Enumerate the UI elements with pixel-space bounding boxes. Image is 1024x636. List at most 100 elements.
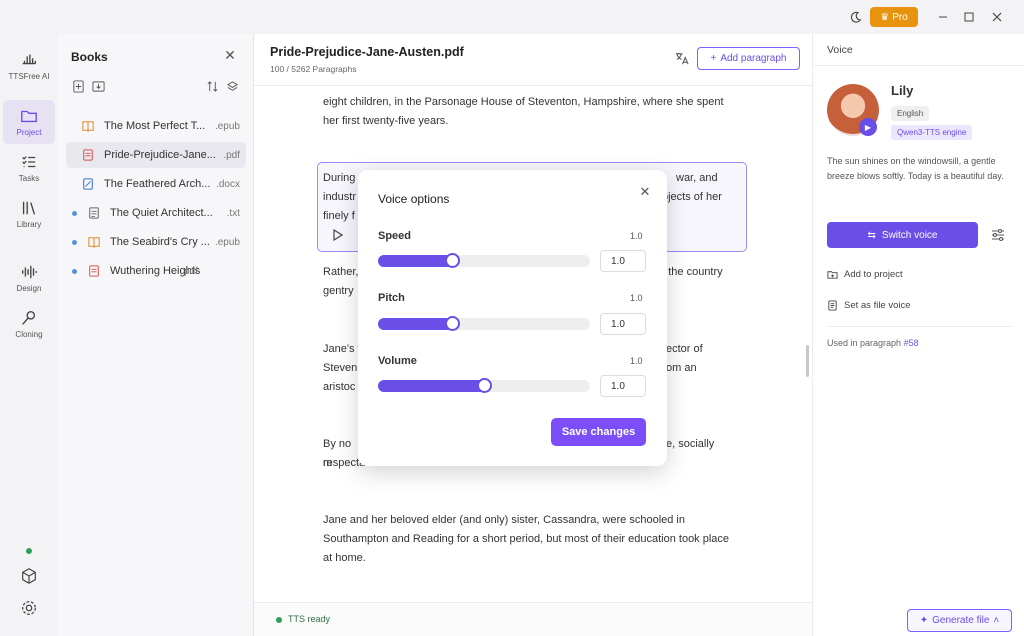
tasks-icon (22, 156, 36, 168)
status-dot (276, 617, 282, 623)
dialog-title: Voice options (378, 192, 450, 206)
switch-voice-button[interactable]: ⇆ Switch voice (827, 222, 978, 248)
generate-file-label: Generate file (932, 615, 990, 626)
book-item[interactable]: Wuthering Heights .pdf (66, 258, 246, 284)
paragraph-fragment: aristoc (323, 381, 356, 393)
cloning-icon (22, 311, 36, 325)
books-toolbar (70, 80, 242, 96)
brand-label: TTSFree AI (8, 72, 50, 81)
speed-slider-thumb[interactable] (445, 253, 461, 268)
paragraph-link[interactable]: #58 (904, 338, 919, 348)
layers-icon[interactable] (226, 80, 240, 94)
app-logo: TTSFree AI (3, 44, 55, 88)
epub-book-icon (82, 121, 94, 132)
add-paragraph-label: Add paragraph (720, 53, 787, 64)
book-item[interactable]: The Seabird's Cry ... .epub (66, 229, 246, 255)
voice-panel: Voice ▶ Lily English Qwen3-TTS engine Th… (812, 34, 1024, 636)
sort-icon[interactable] (206, 80, 220, 94)
book-name: Pride-Prejudice-Jane... (104, 149, 216, 161)
paragraph[interactable]: eight children, in the Parsonage House o… (323, 93, 733, 131)
book-name: The Seabird's Cry ... (110, 236, 210, 248)
voice-settings-icon[interactable] (991, 228, 1005, 242)
pitch-slider-thumb[interactable] (445, 316, 461, 331)
minimize-button[interactable] (934, 7, 952, 27)
rail-item-cloning[interactable]: Cloning (3, 302, 55, 346)
books-panel: Books ✕ The Most Perfect T... .epub Prid… (58, 34, 254, 636)
rail-item-project[interactable]: Project (3, 100, 55, 144)
rail-label: Tasks (18, 174, 40, 183)
close-dialog-icon[interactable]: ✕ (638, 184, 652, 199)
set-file-voice-label: Set as file voice (844, 300, 911, 311)
book-item[interactable]: The Quiet Architect... .txt (66, 200, 246, 226)
book-item-selected[interactable]: Pride-Prejudice-Jane... .pdf (66, 142, 246, 168)
rail-item-tasks[interactable]: Tasks (3, 146, 55, 190)
translate-icon[interactable] (674, 51, 690, 67)
speed-slider[interactable] (378, 253, 590, 268)
paragraph-fragment: Steven (323, 362, 358, 374)
book-item[interactable]: The Feathered Arch... .docx (66, 171, 246, 197)
docx-file-icon (83, 178, 93, 190)
rail-label: Library (16, 220, 42, 229)
waveform-logo-icon (22, 54, 36, 65)
book-name: The Feathered Arch... (104, 178, 211, 190)
volume-input[interactable]: 1.0 (600, 375, 646, 397)
epub-book-icon (88, 237, 100, 248)
paragraph-fragment: During (323, 172, 356, 184)
status-bar: TTS ready (254, 602, 812, 636)
paragraph-fragment: bjects of her (662, 191, 722, 203)
add-to-project-link[interactable]: Add to project (827, 269, 903, 280)
rail-item-design[interactable]: Design (3, 256, 55, 300)
volume-slider[interactable] (378, 378, 590, 393)
crown-icon: ♛ (880, 11, 890, 23)
generate-file-button[interactable]: ✦ Generate file ˄ (907, 609, 1012, 632)
used-in-paragraph: Used in paragraph #58 (827, 338, 919, 348)
scrollbar-thumb[interactable] (806, 345, 809, 377)
books-title: Books (71, 50, 108, 64)
voice-sample-text: The sun shines on the windowsill, a gent… (827, 156, 1004, 181)
close-books-icon[interactable]: ✕ (222, 47, 238, 63)
import-icon[interactable] (92, 80, 106, 94)
voice-header-label: Voice (827, 44, 853, 56)
save-changes-button[interactable]: Save changes (551, 418, 646, 446)
set-file-voice-link[interactable]: Set as file voice (827, 300, 911, 311)
pdf-file-icon (89, 265, 99, 277)
speed-input[interactable]: 1.0 (600, 250, 646, 272)
pdf-file-icon (83, 149, 93, 161)
cube-icon[interactable] (20, 567, 38, 585)
volume-label: Volume (378, 355, 417, 367)
library-icon (22, 201, 36, 215)
volume-slider-thumb[interactable] (477, 378, 492, 393)
speed-max: 1.0 (630, 231, 643, 241)
folder-plus-icon (827, 271, 838, 279)
add-file-icon[interactable] (72, 80, 86, 94)
unread-dot (72, 239, 77, 245)
pitch-label: Pitch (378, 292, 405, 304)
editor-header: Pride-Prejudice-Jane-Austen.pdf 100 / 52… (254, 34, 812, 86)
volume-slider-fill (378, 380, 488, 392)
preview-play-icon[interactable]: ▶ (859, 118, 877, 136)
book-ext: .epub (214, 120, 240, 132)
maximize-button[interactable] (960, 7, 978, 27)
paragraph-count: 100 / 5262 Paragraphs (270, 64, 357, 74)
dark-mode-icon[interactable] (846, 7, 864, 27)
paragraph[interactable]: Jane and her beloved elder (and only) si… (323, 511, 733, 568)
sparkle-icon: ✦ (919, 615, 929, 626)
close-window-button[interactable] (988, 7, 1006, 27)
txt-file-icon (89, 207, 99, 219)
volume-max: 1.0 (630, 356, 643, 366)
play-icon[interactable] (332, 228, 344, 242)
voice-name: Lily (891, 83, 914, 98)
settings-gear-icon[interactable] (20, 599, 38, 617)
paragraph-fragment: war, and (676, 172, 718, 184)
pro-label: Pro (892, 11, 908, 23)
book-ext: .pdf (181, 265, 198, 277)
unread-dot (72, 268, 77, 274)
pro-button[interactable]: ♛ Pro (870, 7, 918, 27)
speed-label: Speed (378, 230, 412, 242)
add-paragraph-button[interactable]: + Add paragraph (697, 47, 800, 70)
book-item[interactable]: The Most Perfect T... .epub (66, 113, 246, 139)
rail-item-library[interactable]: Library (3, 192, 55, 236)
pitch-slider[interactable] (378, 316, 590, 331)
paragraph-fragment: om an (666, 362, 697, 374)
pitch-input[interactable]: 1.0 (600, 313, 646, 335)
